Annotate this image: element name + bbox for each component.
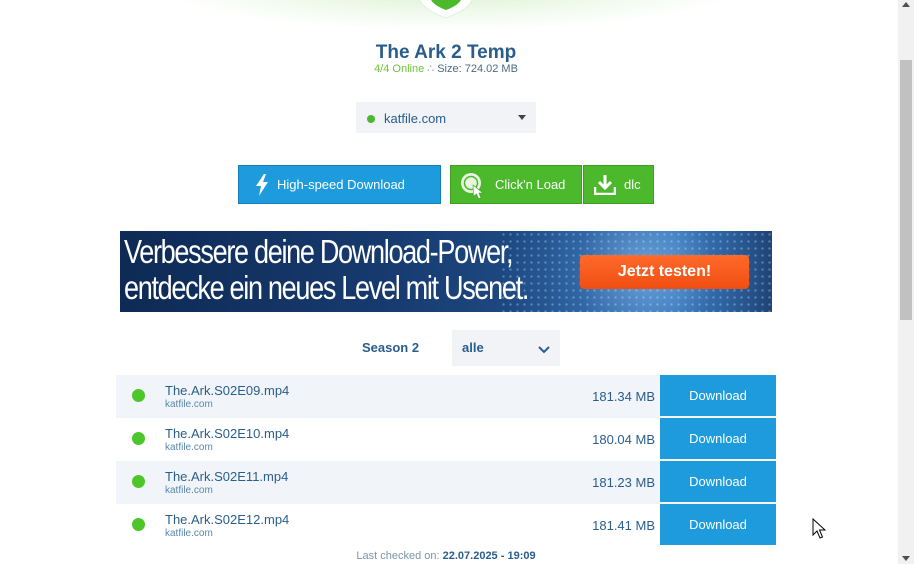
last-checked-label: Last checked on: <box>356 550 440 562</box>
season-filter-dropdown[interactable]: alle <box>452 330 560 366</box>
hoster-dropdown[interactable]: katfile.com <box>356 102 536 133</box>
caret-down-icon <box>518 115 526 120</box>
dlc-label: dlc <box>624 177 641 192</box>
file-list: The.Ark.S02E09.mp4 katfile.com 181.34 MB… <box>116 375 776 547</box>
file-size: 181.34 MB <box>592 389 655 404</box>
scrollbar-thumb[interactable] <box>900 60 912 320</box>
last-checked-value: 22.07.2025 - 19:09 <box>442 550 536 562</box>
online-status-icon <box>132 432 145 445</box>
download-button[interactable]: Download <box>660 375 776 416</box>
scroll-down-arrow-icon[interactable] <box>902 556 910 561</box>
folder-status: 4/4 Online ∴ Size: 724.02 MB <box>0 62 892 75</box>
file-name: The.Ark.S02E09.mp4 <box>165 383 290 398</box>
file-size: 180.04 MB <box>592 432 655 447</box>
last-checked: Last checked on: 22.07.2025 - 19:09 <box>0 550 892 562</box>
vertical-scrollbar[interactable] <box>898 0 914 564</box>
page-title: The Ark 2 Temp <box>375 42 517 63</box>
file-row: The.Ark.S02E11.mp4 katfile.com 181.23 MB… <box>116 461 776 504</box>
chevron-down-icon <box>538 342 550 360</box>
status-separator: ∴ <box>427 63 435 75</box>
page: The Ark 2 Temp 4/4 Online ∴ Size: 724.02 M… <box>0 0 898 564</box>
file-row: The.Ark.S02E10.mp4 katfile.com 180.04 MB… <box>116 418 776 461</box>
file-host: katfile.com <box>165 442 213 453</box>
dlc-button[interactable]: dlc <box>583 165 654 204</box>
usenet-ad-banner[interactable]: Verbessere deine Download-Power, entdeck… <box>120 231 772 312</box>
file-host: katfile.com <box>165 485 213 496</box>
highspeed-download-button[interactable]: High-speed Download <box>238 165 441 204</box>
hoster-status-dot <box>367 115 375 123</box>
mouse-pointer-icon <box>812 517 827 545</box>
file-name: The.Ark.S02E11.mp4 <box>165 469 289 484</box>
lightning-icon <box>255 173 269 196</box>
banner-cta-button[interactable]: Jetzt testen! <box>580 255 749 289</box>
folder-size: Size: 724.02 MB <box>437 63 518 75</box>
clicknload-label: Click'n Load <box>495 177 566 192</box>
banner-headline-2: entdecke ein neues Level mit Usenet. <box>124 269 529 306</box>
shield-logo-icon <box>418 0 474 20</box>
file-size: 181.41 MB <box>592 518 655 533</box>
highspeed-download-label: High-speed Download <box>277 177 405 192</box>
clicknload-icon <box>459 171 487 199</box>
download-button[interactable]: Download <box>660 461 776 502</box>
clicknload-button[interactable]: Click'n Load <box>450 165 582 204</box>
file-host: katfile.com <box>165 528 213 539</box>
file-size: 181.23 MB <box>592 475 655 490</box>
file-row: The.Ark.S02E09.mp4 katfile.com 181.34 MB… <box>116 375 776 418</box>
hoster-selected: katfile.com <box>384 111 447 126</box>
season-label: Season 2 <box>362 340 420 355</box>
scroll-up-arrow-icon[interactable] <box>902 2 910 7</box>
banner-headline-1: Verbessere deine Download-Power, <box>124 233 514 270</box>
download-tray-icon <box>594 174 616 195</box>
file-host: katfile.com <box>165 399 213 410</box>
download-button[interactable]: Download <box>660 418 776 459</box>
online-status-icon <box>132 389 145 402</box>
online-status-icon <box>132 475 145 488</box>
online-status-icon <box>132 518 145 531</box>
download-button[interactable]: Download <box>660 504 776 545</box>
online-status: 4/4 Online <box>374 63 425 75</box>
file-name: The.Ark.S02E12.mp4 <box>165 512 290 527</box>
season-filter-selected: alle <box>462 340 484 355</box>
file-name: The.Ark.S02E10.mp4 <box>165 426 290 441</box>
file-row: The.Ark.S02E12.mp4 katfile.com 181.41 MB… <box>116 504 776 547</box>
